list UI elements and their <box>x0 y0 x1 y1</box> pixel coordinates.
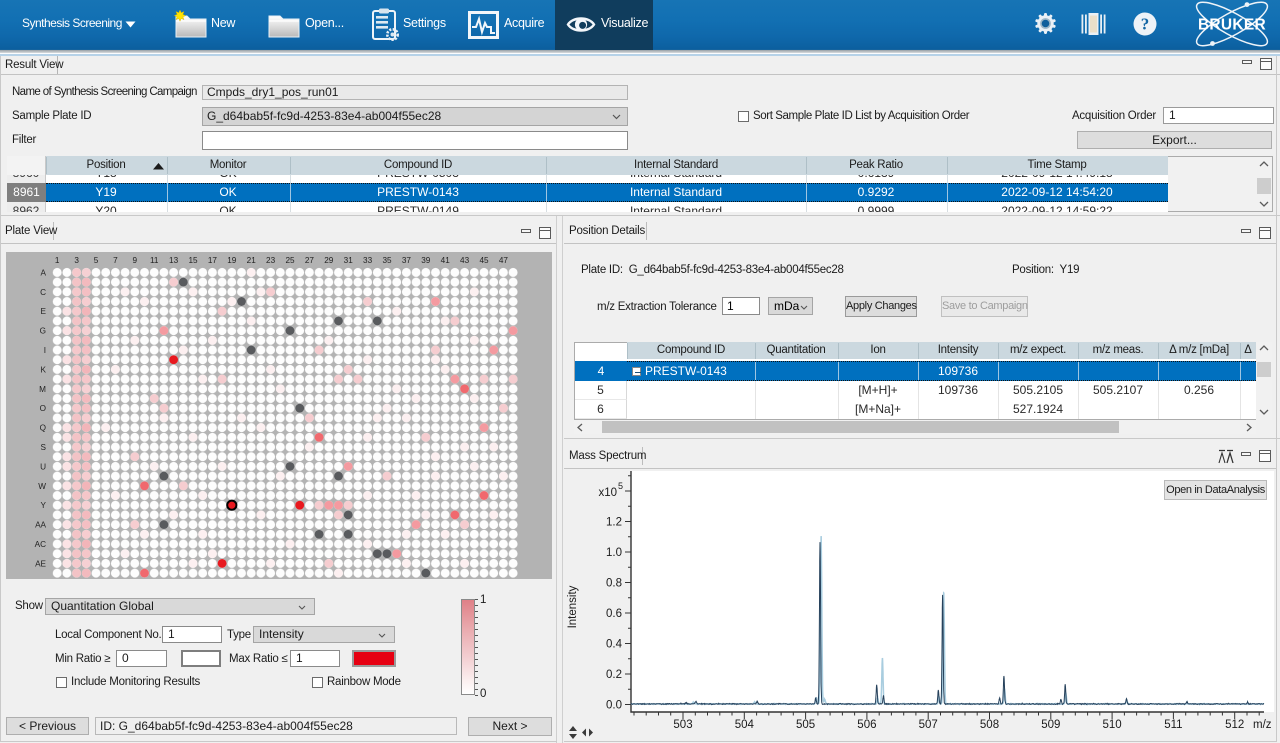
svg-text:7: 7 <box>113 256 118 265</box>
svg-text:?: ? <box>1141 15 1150 34</box>
svg-text:43: 43 <box>460 256 470 265</box>
svg-text:0.4: 0.4 <box>606 639 623 651</box>
svg-text:Q: Q <box>40 424 46 433</box>
svg-text:33: 33 <box>363 256 373 265</box>
svg-text:0.8: 0.8 <box>606 578 622 590</box>
svg-text:U: U <box>40 462 46 471</box>
svg-text:21: 21 <box>247 256 257 265</box>
svg-text:9: 9 <box>133 256 138 265</box>
svg-text:C: C <box>40 288 46 297</box>
svg-text:AE: AE <box>35 559 46 568</box>
svg-text:506: 506 <box>857 719 876 731</box>
svg-text:AC: AC <box>35 540 46 549</box>
svg-text:M: M <box>39 385 46 394</box>
svg-text:25: 25 <box>285 256 295 265</box>
svg-text:505: 505 <box>796 719 815 731</box>
svg-text:I: I <box>44 346 46 355</box>
svg-text:AA: AA <box>35 521 46 530</box>
svg-text:0.0: 0.0 <box>606 700 622 712</box>
svg-text:29: 29 <box>324 256 334 265</box>
svg-text:19: 19 <box>227 256 237 265</box>
svg-text:5: 5 <box>618 481 623 491</box>
svg-text:S: S <box>41 443 47 452</box>
svg-text:Intensity: Intensity <box>567 585 579 628</box>
svg-text:45: 45 <box>479 256 489 265</box>
svg-text:509: 509 <box>1041 719 1060 731</box>
svg-text:3: 3 <box>74 256 79 265</box>
svg-text:504: 504 <box>735 719 755 731</box>
svg-text:K: K <box>41 365 47 374</box>
svg-text:508: 508 <box>980 719 999 731</box>
svg-text:23: 23 <box>266 256 276 265</box>
svg-text:0.2: 0.2 <box>606 669 622 681</box>
svg-text:G: G <box>40 327 46 336</box>
svg-text:17: 17 <box>208 256 218 265</box>
svg-text:510: 510 <box>1103 719 1122 731</box>
svg-text:35: 35 <box>382 256 392 265</box>
svg-text:503: 503 <box>673 719 692 731</box>
svg-text:37: 37 <box>402 256 412 265</box>
svg-text:511: 511 <box>1164 719 1182 731</box>
svg-text:0.6: 0.6 <box>606 608 622 620</box>
svg-text:W: W <box>38 482 46 491</box>
svg-text:31: 31 <box>344 256 354 265</box>
svg-text:507: 507 <box>919 719 938 731</box>
svg-text:47: 47 <box>499 256 509 265</box>
svg-text:27: 27 <box>305 256 315 265</box>
svg-text:11: 11 <box>150 256 159 265</box>
svg-text:m/z: m/z <box>1253 719 1272 731</box>
svg-text:O: O <box>40 404 46 413</box>
svg-text:Y: Y <box>41 501 47 510</box>
svg-text:E: E <box>41 307 47 316</box>
svg-text:1.2: 1.2 <box>606 517 622 529</box>
svg-text:1.0: 1.0 <box>606 547 622 559</box>
svg-text:5: 5 <box>94 256 99 265</box>
svg-text:41: 41 <box>441 256 451 265</box>
svg-text:512: 512 <box>1225 719 1244 731</box>
svg-text:15: 15 <box>188 256 198 265</box>
svg-text:1: 1 <box>55 256 60 265</box>
svg-text:x10: x10 <box>598 487 617 499</box>
svg-text:39: 39 <box>421 256 431 265</box>
svg-text:A: A <box>41 268 47 277</box>
svg-text:13: 13 <box>169 256 179 265</box>
svg-text:BRUKER: BRUKER <box>1198 17 1266 34</box>
